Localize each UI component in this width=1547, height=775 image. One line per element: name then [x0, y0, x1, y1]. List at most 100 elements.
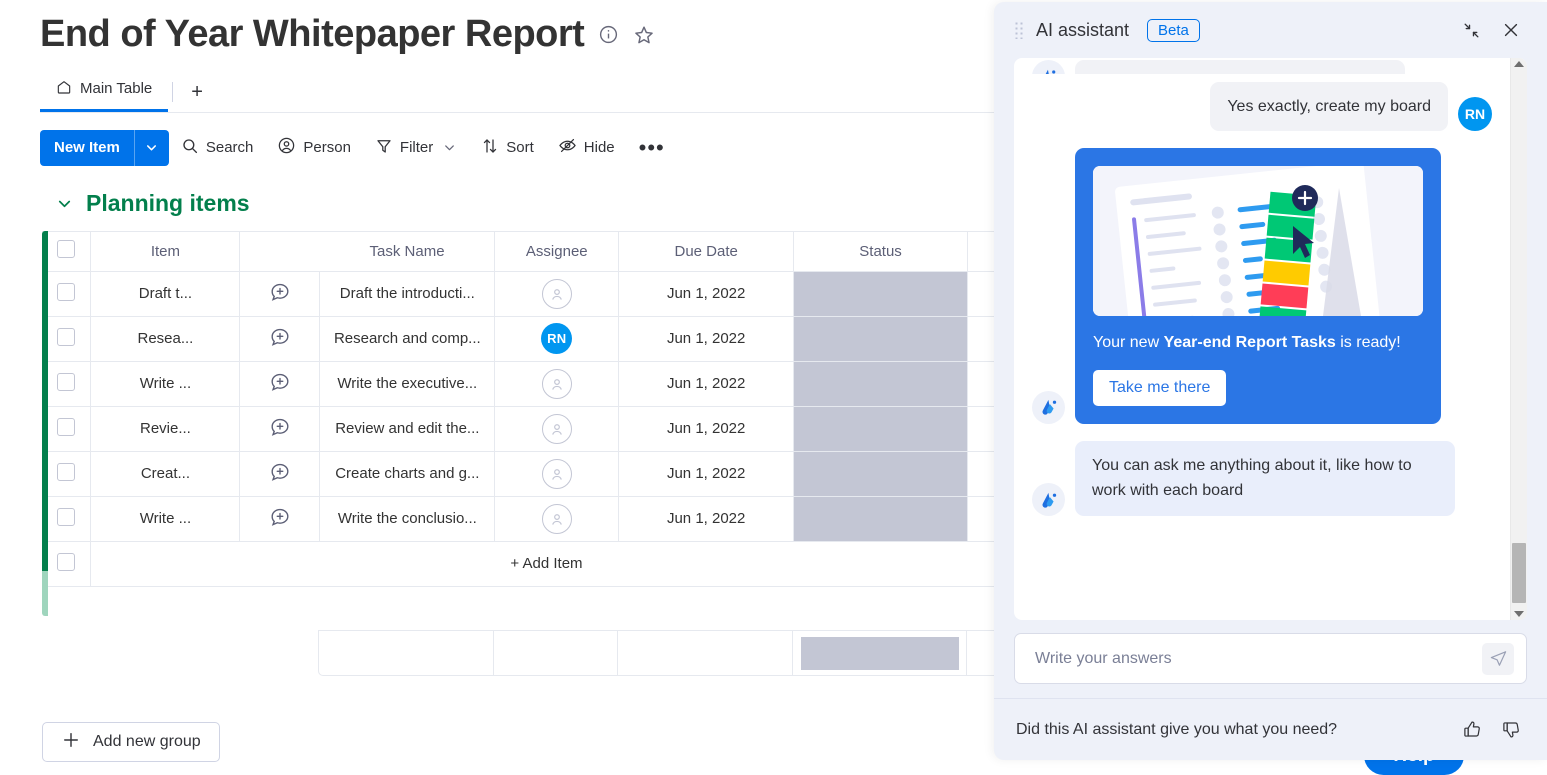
column-header-task-name[interactable]: Task Name — [320, 231, 495, 271]
row-checkbox[interactable] — [57, 508, 75, 526]
group-color-bar-footer — [42, 571, 48, 616]
cell-conversation[interactable] — [240, 316, 320, 361]
row-checkbox[interactable] — [57, 373, 75, 391]
collapse-diagonal-icon[interactable] — [1458, 17, 1485, 44]
cell-assignee[interactable]: RN — [495, 316, 619, 361]
cell-status[interactable] — [794, 271, 968, 316]
cell-status[interactable] — [794, 406, 968, 451]
table-row[interactable]: Creat... Create charts and g... Jun 1, 202… — [42, 451, 1002, 496]
assignee-placeholder-icon[interactable] — [542, 504, 572, 534]
chevron-down-icon[interactable] — [442, 140, 457, 155]
cell-conversation[interactable] — [240, 496, 320, 541]
cell-assignee[interactable] — [495, 271, 619, 316]
add-update-icon[interactable] — [269, 470, 291, 487]
summary-cell-due — [618, 631, 793, 675]
chevron-down-icon[interactable] — [135, 130, 169, 166]
select-all-checkbox[interactable] — [57, 240, 75, 258]
cell-conversation[interactable] — [240, 361, 320, 406]
take-me-there-button[interactable]: Take me there — [1093, 370, 1226, 406]
add-item-row[interactable]: + Add Item — [42, 541, 1002, 586]
table-row[interactable]: Revie... Review and edit the... Jun 1, 202… — [42, 406, 1002, 451]
add-tab-button[interactable]: + — [177, 82, 217, 112]
assignee-avatar[interactable]: RN — [541, 323, 572, 354]
cell-due-date[interactable]: Jun 1, 2022 — [619, 406, 794, 451]
column-header-assignee[interactable]: Assignee — [495, 231, 619, 271]
cell-assignee[interactable] — [495, 361, 619, 406]
send-paper-plane-icon[interactable] — [1482, 643, 1514, 675]
table-row[interactable]: Resea... Research and comp... RN Jun 1, 202… — [42, 316, 1002, 361]
add-update-icon[interactable] — [269, 335, 291, 352]
cell-assignee[interactable] — [495, 496, 619, 541]
info-icon[interactable] — [598, 24, 619, 45]
cell-status[interactable] — [794, 361, 968, 406]
toolbar-search-button[interactable]: Search — [169, 131, 266, 165]
thumbs-down-icon[interactable] — [1498, 716, 1525, 743]
add-update-icon[interactable] — [269, 425, 291, 442]
assignee-placeholder-icon[interactable] — [542, 459, 572, 489]
cell-conversation[interactable] — [240, 406, 320, 451]
cell-task-name[interactable]: Review and edit the... — [320, 406, 495, 451]
cell-item[interactable]: Resea... — [91, 316, 240, 361]
tab-main-table[interactable]: Main Table — [40, 79, 168, 112]
row-checkbox[interactable] — [57, 328, 75, 346]
assignee-placeholder-icon[interactable] — [542, 414, 572, 444]
cell-due-date[interactable]: Jun 1, 2022 — [619, 361, 794, 406]
new-item-button[interactable]: New Item — [40, 130, 169, 166]
column-header-status[interactable]: Status — [794, 231, 968, 271]
add-item-label[interactable]: + Add Item — [91, 541, 1002, 586]
cell-task-name[interactable]: Write the conclusio... — [320, 496, 495, 541]
cell-status[interactable] — [794, 316, 968, 361]
table-row[interactable]: Write ... Write the executive... Jun 1, 20… — [42, 361, 1002, 406]
cell-due-date[interactable]: Jun 1, 2022 — [619, 316, 794, 361]
cell-item[interactable]: Write ... — [91, 496, 240, 541]
favorite-star-icon[interactable] — [633, 24, 655, 46]
toolbar-more-button[interactable]: ••• — [627, 131, 677, 165]
scrollbar-track[interactable] — [1511, 67, 1527, 611]
cell-task-name[interactable]: Write the executive... — [320, 361, 495, 406]
cell-conversation[interactable] — [240, 271, 320, 316]
cell-item[interactable]: Write ... — [91, 361, 240, 406]
drag-handle-icon[interactable] — [1014, 21, 1024, 39]
group-collapse-chevron-icon[interactable] — [55, 194, 74, 213]
toolbar-sort-button[interactable]: Sort — [469, 131, 546, 165]
row-checkbox[interactable] — [57, 283, 75, 301]
column-header-due-date[interactable]: Due Date — [619, 231, 794, 271]
cell-task-name[interactable]: Research and comp... — [320, 316, 495, 361]
chat-input[interactable] — [1035, 650, 1482, 668]
scrollbar-thumb[interactable] — [1512, 543, 1526, 603]
cell-status[interactable] — [794, 496, 968, 541]
cell-due-text: Jun 1, 2022 — [667, 285, 745, 302]
add-update-icon[interactable] — [269, 515, 291, 532]
row-checkbox[interactable] — [57, 463, 75, 481]
cell-assignee[interactable] — [495, 406, 619, 451]
scroll-down-arrow-icon[interactable] — [1514, 611, 1524, 617]
cell-item[interactable]: Draft t... — [91, 271, 240, 316]
cell-item[interactable]: Revie... — [91, 406, 240, 451]
assignee-placeholder-icon[interactable] — [542, 279, 572, 309]
cell-task-name[interactable]: Draft the introducti... — [320, 271, 495, 316]
thumbs-up-icon[interactable] — [1459, 716, 1486, 743]
cell-status[interactable] — [794, 451, 968, 496]
cell-due-date[interactable]: Jun 1, 2022 — [619, 451, 794, 496]
chat-scrollbar[interactable] — [1510, 58, 1527, 620]
add-update-icon[interactable] — [269, 290, 291, 307]
cell-due-date[interactable]: Jun 1, 2022 — [619, 496, 794, 541]
cell-due-date[interactable]: Jun 1, 2022 — [619, 271, 794, 316]
column-header-item[interactable]: Item — [91, 231, 240, 271]
close-icon[interactable] — [1497, 16, 1525, 44]
row-checkbox[interactable] — [57, 418, 75, 436]
add-new-group-button[interactable]: Add new group — [42, 722, 220, 762]
assignee-placeholder-icon[interactable] — [542, 369, 572, 399]
table-row[interactable]: Draft t... Draft the introducti... Jun 1, … — [42, 271, 1002, 316]
row-checkbox-cell — [42, 451, 91, 496]
table-row[interactable]: Write ... Write the conclusio... Jun 1, 20… — [42, 496, 1002, 541]
cell-task-name[interactable]: Create charts and g... — [320, 451, 495, 496]
toolbar-filter-button[interactable]: Filter — [363, 131, 469, 165]
toolbar-hide-button[interactable]: Hide — [546, 131, 627, 165]
cell-conversation[interactable] — [240, 451, 320, 496]
cell-item[interactable]: Creat... — [91, 451, 240, 496]
add-item-checkbox[interactable] — [57, 553, 75, 571]
add-update-icon[interactable] — [269, 380, 291, 397]
cell-assignee[interactable] — [495, 451, 619, 496]
toolbar-person-button[interactable]: Person — [265, 131, 363, 165]
